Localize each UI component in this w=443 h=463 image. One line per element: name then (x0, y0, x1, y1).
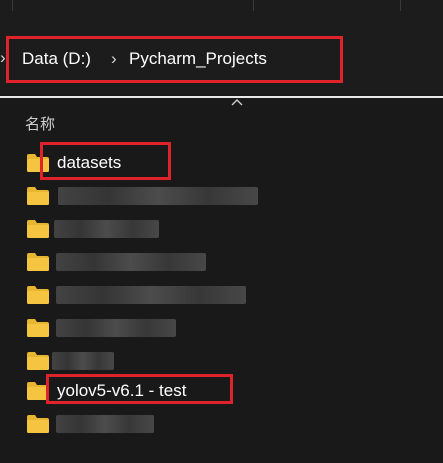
obscured-label (54, 220, 159, 238)
highlight-box-yolov5 (46, 374, 233, 404)
chevron-right-icon[interactable]: › (0, 48, 6, 68)
obscured-label (56, 415, 154, 433)
obscured-label (56, 253, 206, 271)
divider (12, 0, 13, 11)
folder-icon (27, 286, 49, 304)
list-item[interactable] (0, 407, 443, 439)
list-item[interactable] (0, 245, 443, 277)
list-item[interactable] (0, 278, 443, 310)
folder-icon (27, 187, 49, 205)
sort-up-chevron-icon[interactable] (231, 98, 243, 106)
folder-icon (27, 319, 49, 337)
divider (400, 0, 401, 11)
folder-icon (27, 352, 49, 370)
list-item[interactable] (0, 344, 443, 376)
folder-icon (27, 253, 49, 271)
column-header-name[interactable]: 名称 (25, 113, 55, 134)
obscured-label (52, 352, 114, 370)
obscured-label (58, 187, 258, 205)
divider (0, 96, 443, 98)
obscured-label (56, 319, 176, 337)
list-item[interactable] (0, 212, 443, 244)
obscured-label (56, 286, 246, 304)
folder-icon (27, 415, 49, 433)
top-strip (0, 0, 443, 27)
list-item[interactable] (0, 179, 443, 211)
folder-icon (27, 220, 49, 238)
divider (253, 0, 254, 11)
list-item[interactable] (0, 311, 443, 343)
highlight-box-datasets (40, 142, 171, 180)
highlight-box-address (6, 36, 343, 83)
